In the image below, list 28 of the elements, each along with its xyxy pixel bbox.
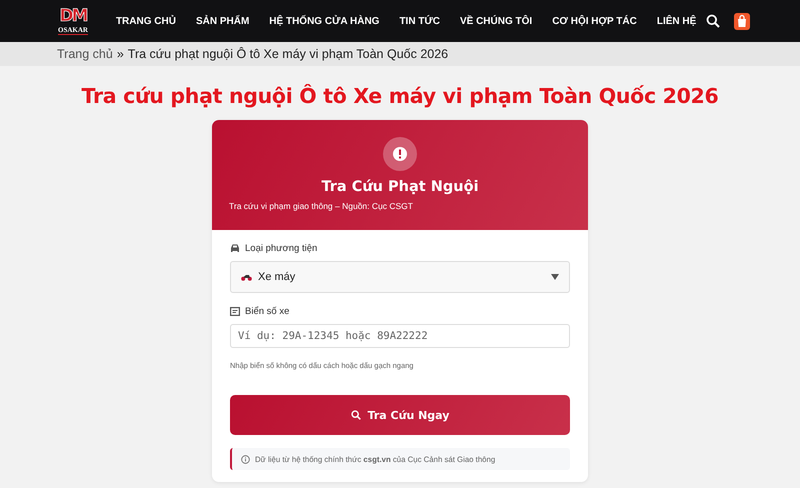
nav-link[interactable]: VỀ CHÚNG TÔI xyxy=(450,16,542,26)
nav-link[interactable]: TIN TỨC xyxy=(389,16,450,26)
search-icon[interactable] xyxy=(706,14,720,28)
vehicle-select[interactable]: Xe máy xyxy=(230,261,570,293)
breadcrumb-current: Tra cứu phạt nguội Ô tô Xe máy vi phạm Toàn Quốc 2026 xyxy=(128,47,448,61)
info-icon xyxy=(241,454,250,464)
nav-link[interactable]: CƠ HỘI HỢP TÁC xyxy=(542,16,647,26)
field-label: Loại phương tiện xyxy=(245,243,318,254)
breadcrumb-separator: » xyxy=(116,47,124,61)
plate-input-field[interactable]: Ví dụ: 29A-12345 hoặc 89A22222 xyxy=(230,324,570,348)
search-button[interactable]: Tra Cứu Ngay xyxy=(230,395,570,435)
field-label: Biển số xe xyxy=(245,306,290,317)
search-icon xyxy=(350,410,361,420)
nav-link[interactable]: TRANG CHỦ xyxy=(106,16,186,26)
shopping-bag-icon[interactable] xyxy=(734,12,750,30)
motorbike-icon xyxy=(241,273,252,281)
id-card-icon xyxy=(230,307,240,316)
page-title: Tra cứu phạt nguội Ô tô Xe máy vi phạm Toàn Quốc 2026 xyxy=(80,84,720,108)
card-subtitle: Tra cứu vi phạm giao thông – Nguồn: Cục CSGT xyxy=(229,201,413,211)
nav-link[interactable]: SẢN PHẨM xyxy=(186,16,260,26)
nav-link[interactable]: HỆ THỐNG CỬA HÀNG xyxy=(259,16,390,26)
alert-icon xyxy=(383,137,417,171)
nav-link[interactable]: LIÊN HỆ xyxy=(646,16,706,26)
card-title: Tra Cứu Phạt Nguội xyxy=(321,179,479,195)
logo-mark[interactable]: DM xyxy=(59,7,86,26)
breadcrumb-link[interactable]: Trang chủ xyxy=(57,47,113,61)
car-icon xyxy=(230,244,240,253)
caret-icon xyxy=(551,274,559,280)
